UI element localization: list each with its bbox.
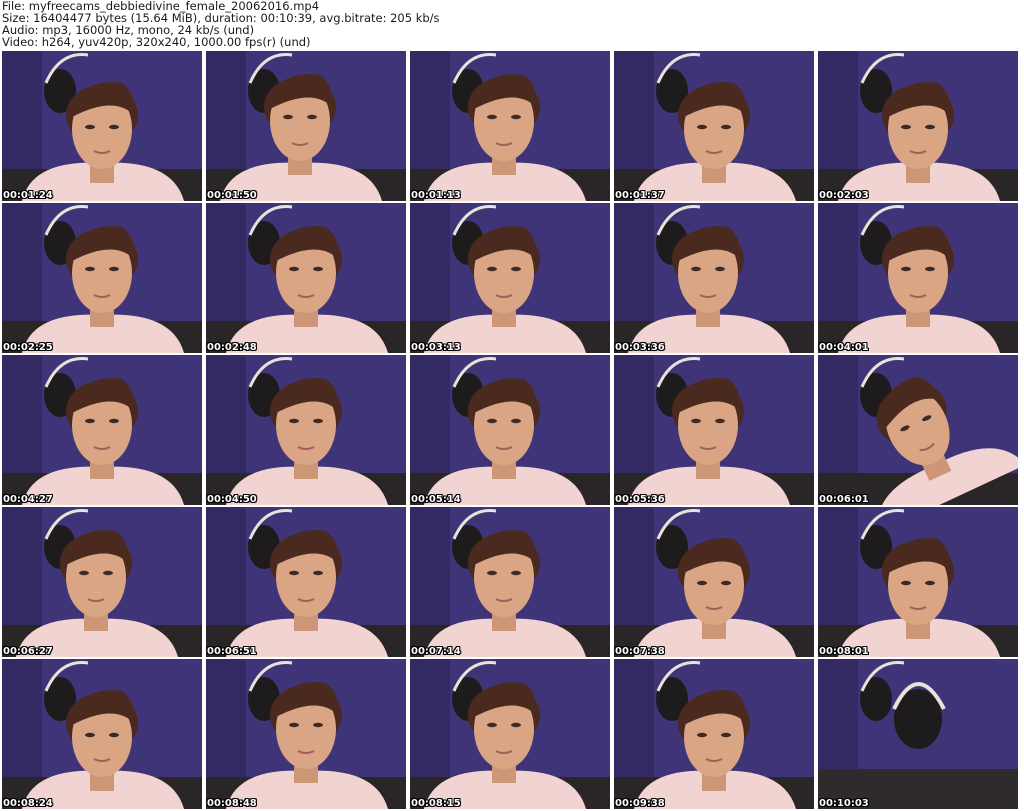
video-thumbnail: 00:01:24	[2, 51, 202, 201]
thumbnail-frame-image	[206, 507, 406, 657]
thumbnail-timestamp: 00:04:50	[207, 494, 257, 505]
video-thumbnail: 00:07:38	[614, 507, 814, 657]
video-thumbnail: 00:05:14	[410, 355, 610, 505]
thumbnail-frame-image	[410, 659, 610, 809]
video-thumbnail: 00:01:37	[614, 51, 814, 201]
video-thumbnail: 00:02:03	[818, 51, 1018, 201]
thumbnail-timestamp: 00:08:15	[411, 798, 461, 809]
thumbnail-grid: 00:01:24 00:01:50 00:01:13 00:01:37 00:02:03…	[2, 51, 1022, 811]
thumbnail-frame-image	[614, 203, 814, 353]
video-thumbnail: 00:04:01	[818, 203, 1018, 353]
thumbnail-frame-image	[206, 51, 406, 201]
thumbnail-frame-image	[410, 203, 610, 353]
thumbnail-frame-image	[614, 51, 814, 201]
video-info-line: Video: h264, yuv420p, 320x240, 1000.00 f…	[2, 35, 311, 49]
thumbnail-frame-image	[818, 507, 1018, 657]
thumbnail-frame-image	[614, 355, 814, 505]
thumbnail-timestamp: 00:03:36	[615, 342, 665, 353]
thumbnail-frame-image	[206, 203, 406, 353]
thumbnail-frame-image	[206, 659, 406, 809]
thumbnail-frame-image	[818, 51, 1018, 201]
video-thumbnail: 00:03:13	[410, 203, 610, 353]
thumbnail-timestamp: 00:02:03	[819, 190, 869, 201]
thumbnail-frame-image	[410, 355, 610, 505]
thumbnail-timestamp: 00:03:13	[411, 342, 461, 353]
thumbnail-timestamp: 00:02:25	[3, 342, 53, 353]
thumbnail-frame-image	[2, 355, 202, 505]
thumbnail-timestamp: 00:07:38	[615, 646, 665, 657]
thumbnail-frame-image	[614, 659, 814, 809]
thumbnail-frame-image	[2, 51, 202, 201]
thumbnail-frame-image	[614, 507, 814, 657]
thumbnail-timestamp: 00:04:01	[819, 342, 869, 353]
thumbnail-frame-image	[818, 355, 1018, 505]
video-thumbnail: 00:01:13	[410, 51, 610, 201]
thumbnail-timestamp: 00:01:50	[207, 190, 257, 201]
thumbnail-timestamp: 00:10:03	[819, 798, 869, 809]
thumbnail-frame-image	[410, 51, 610, 201]
video-thumbnail: 00:04:27	[2, 355, 202, 505]
thumbnail-frame-image	[206, 355, 406, 505]
thumbnail-timestamp: 00:07:14	[411, 646, 461, 657]
thumbnail-timestamp: 00:08:01	[819, 646, 869, 657]
video-thumbnail: 00:09:38	[614, 659, 814, 809]
thumbnail-timestamp: 00:06:51	[207, 646, 257, 657]
video-thumbnail: 00:03:36	[614, 203, 814, 353]
video-thumbnail: 00:02:25	[2, 203, 202, 353]
thumbnail-frame-image	[2, 659, 202, 809]
thumbnail-timestamp: 00:01:24	[3, 190, 53, 201]
thumbnail-timestamp: 00:09:38	[615, 798, 665, 809]
video-thumbnail: 00:08:01	[818, 507, 1018, 657]
thumbnail-timestamp: 00:05:36	[615, 494, 665, 505]
file-info-header: File: myfreecams_debbiedivine_female_200…	[2, 0, 1022, 50]
thumbnail-timestamp: 00:06:27	[3, 646, 53, 657]
video-thumbnail: 00:08:48	[206, 659, 406, 809]
video-thumbnail: 00:07:14	[410, 507, 610, 657]
video-thumbnail: 00:06:51	[206, 507, 406, 657]
thumbnail-frame-image	[818, 203, 1018, 353]
thumbnail-frame-image	[818, 659, 1018, 809]
video-thumbnail: 00:01:50	[206, 51, 406, 201]
thumbnail-timestamp: 00:05:14	[411, 494, 461, 505]
video-thumbnail: 00:05:36	[614, 355, 814, 505]
thumbnail-frame-image	[2, 203, 202, 353]
thumbnail-timestamp: 00:01:13	[411, 190, 461, 201]
thumbnail-timestamp: 00:08:48	[207, 798, 257, 809]
video-thumbnail: 00:08:15	[410, 659, 610, 809]
thumbnail-timestamp: 00:02:48	[207, 342, 257, 353]
video-thumbnail: 00:08:24	[2, 659, 202, 809]
thumbnail-timestamp: 00:08:24	[3, 798, 53, 809]
thumbnail-timestamp: 00:01:37	[615, 190, 665, 201]
video-thumbnail: 00:06:27	[2, 507, 202, 657]
video-thumbnail: 00:02:48	[206, 203, 406, 353]
video-thumbnail: 00:06:01	[818, 355, 1018, 505]
thumbnail-frame-image	[410, 507, 610, 657]
video-thumbnail: 00:10:03	[818, 659, 1018, 809]
thumbnail-frame-image	[2, 507, 202, 657]
thumbnail-timestamp: 00:06:01	[819, 494, 869, 505]
thumbnail-timestamp: 00:04:27	[3, 494, 53, 505]
video-thumbnail: 00:04:50	[206, 355, 406, 505]
